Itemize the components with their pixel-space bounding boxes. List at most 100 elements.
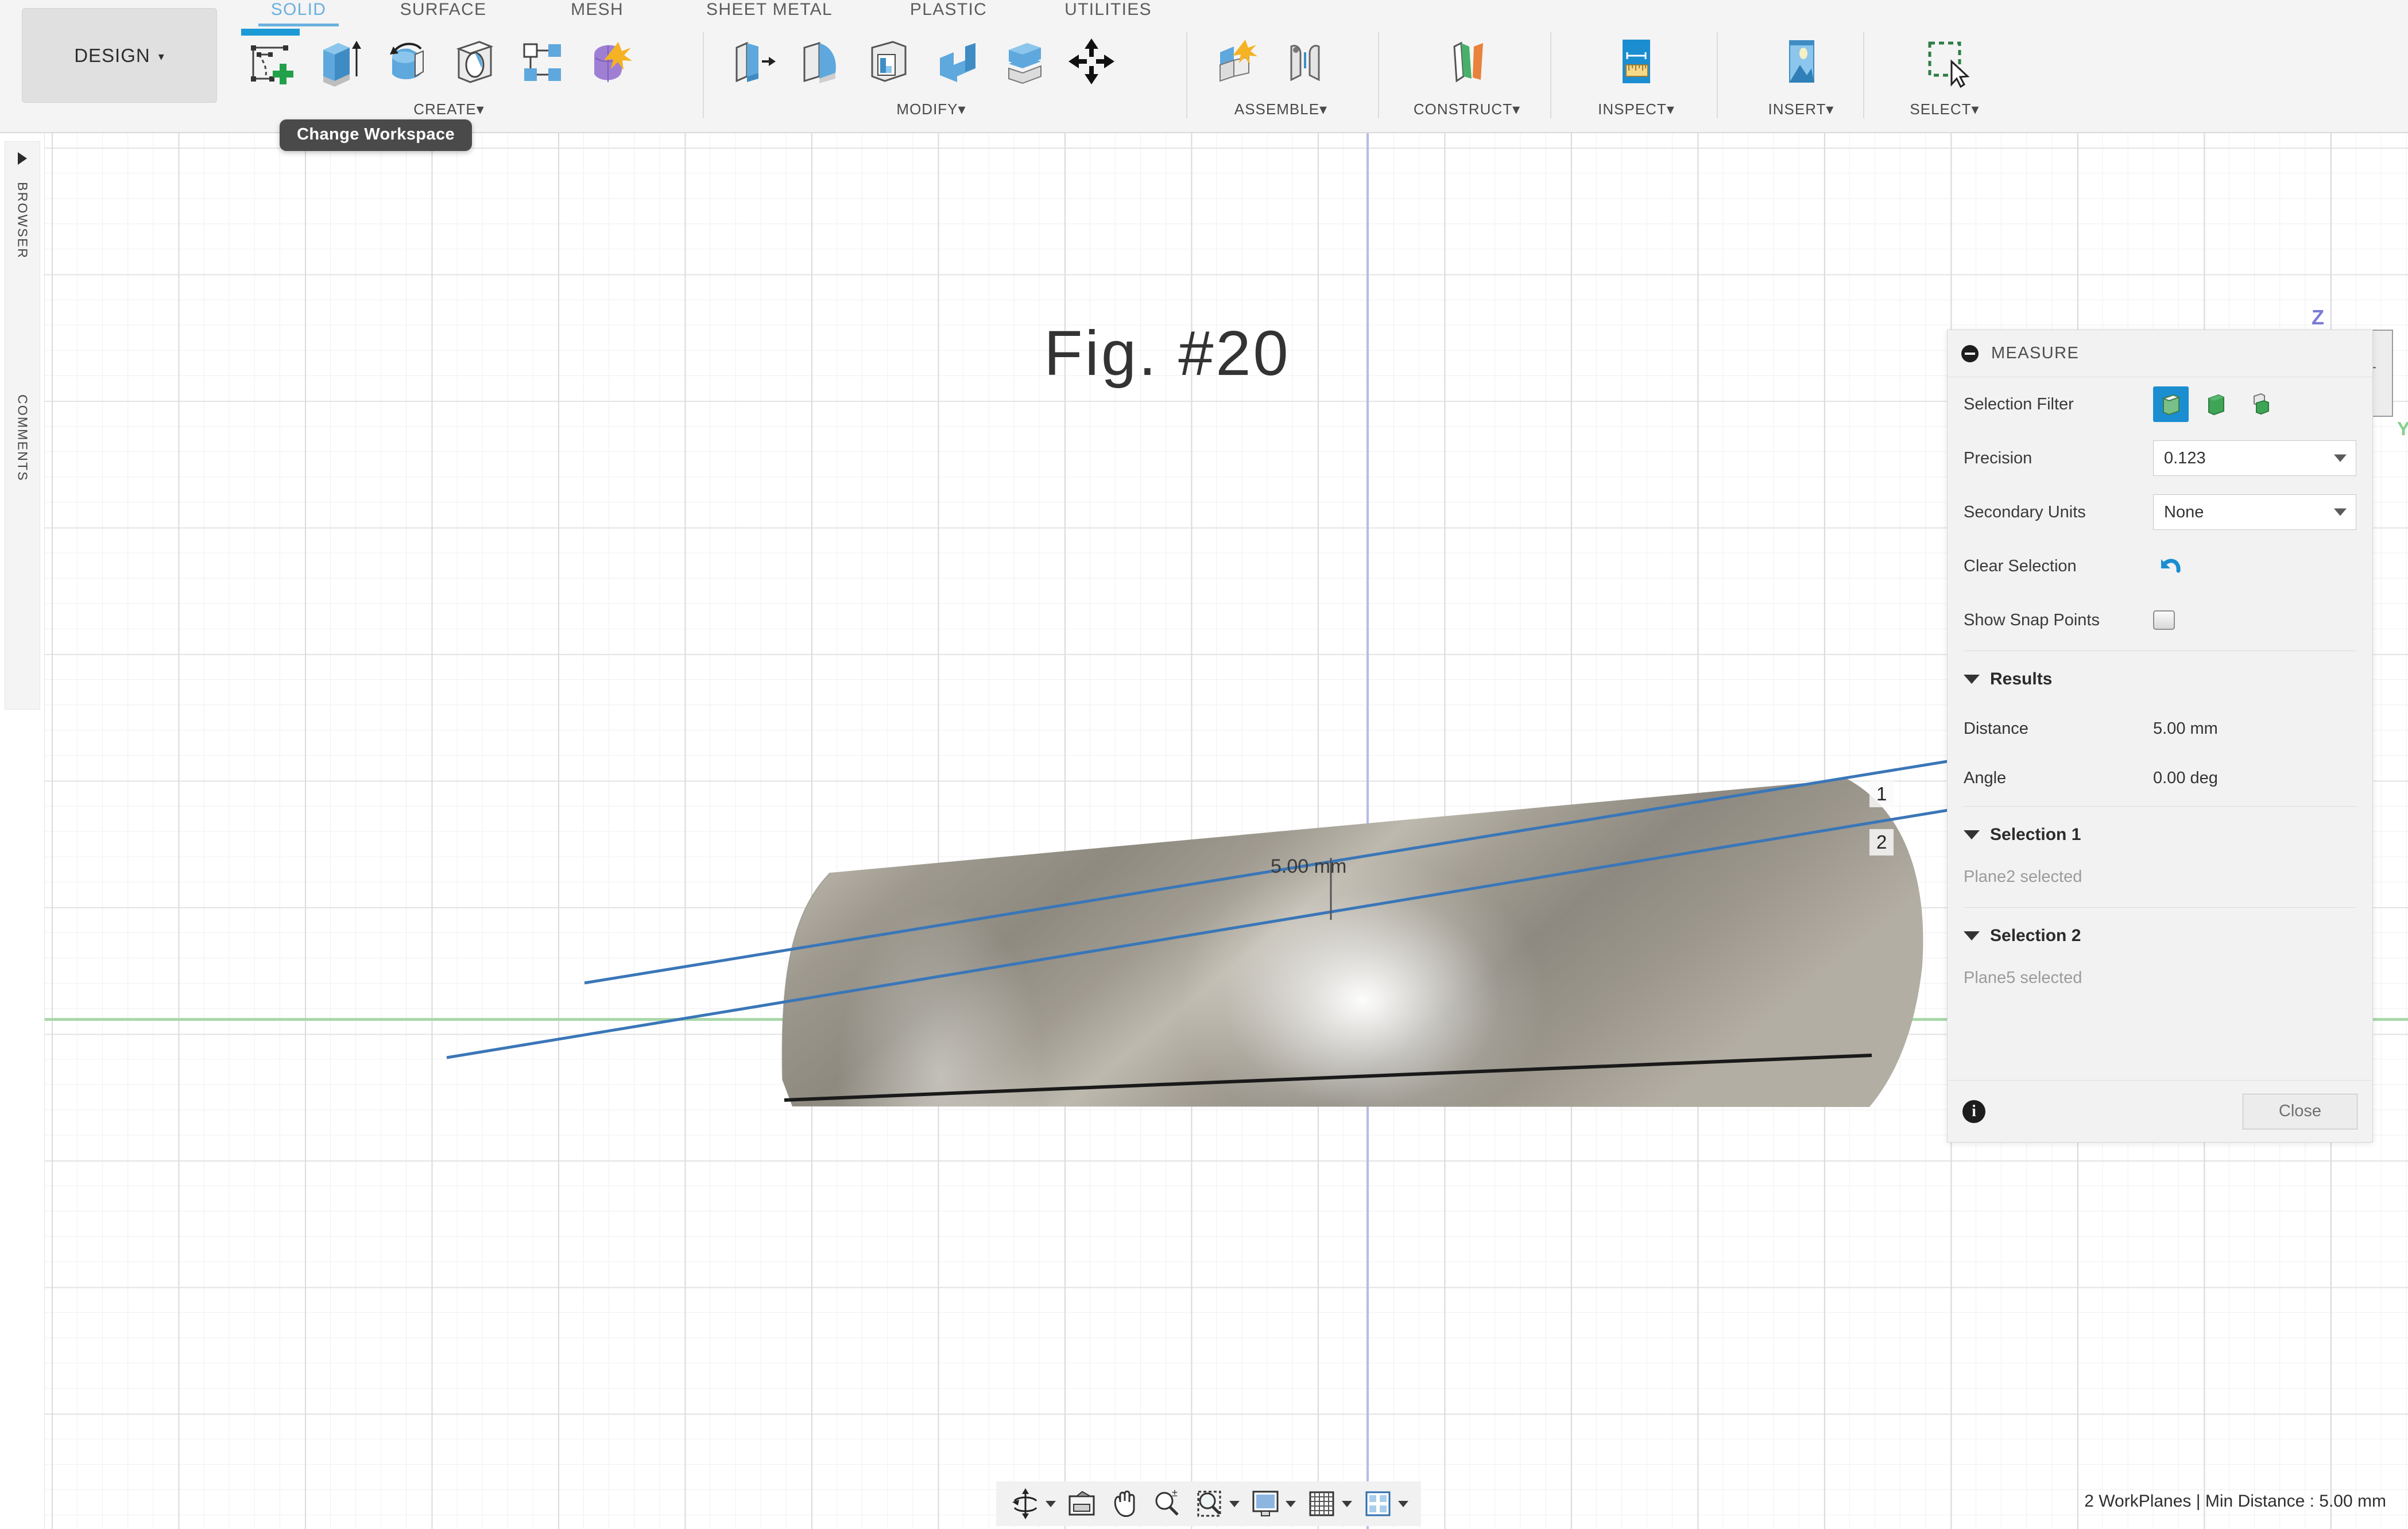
select-faces-icon[interactable] [2153, 386, 2189, 422]
joint-icon[interactable] [1271, 28, 1339, 95]
create-sketch-icon[interactable] [237, 28, 304, 95]
workspace-switcher-button[interactable]: DESIGN ▾ [22, 8, 217, 103]
left-rail: BROWSER COMMENTS [0, 133, 45, 1529]
new-component-icon[interactable] [1203, 28, 1271, 95]
tab-sheet-metal[interactable]: SHEET METAL [689, 0, 850, 24]
browser-expand-arrow-icon[interactable] [18, 152, 27, 165]
measure-dialog[interactable]: MEASURE Selection Filter [1947, 330, 2373, 1143]
figure-title: Fig. #20 [1044, 317, 1290, 390]
revolve-icon[interactable] [372, 28, 440, 95]
ribbon-group-modify: MODIFY▾ [719, 28, 1144, 131]
left-rail-panel: BROWSER COMMENTS [5, 141, 40, 710]
ribbon-group-construct: CONSTRUCT▾ [1395, 28, 1539, 131]
viewcube-axis-y-label: Y [2397, 418, 2408, 440]
angle-label: Angle [1964, 769, 2153, 788]
split-face-icon[interactable] [990, 28, 1058, 95]
chevron-down-icon [1964, 830, 1980, 839]
navigation-bar: ± [996, 1481, 1421, 1526]
precision-label: Precision [1964, 449, 2153, 468]
results-title: Results [1990, 669, 2052, 689]
selection-marker-2: 2 [1869, 829, 1894, 856]
ribbon-group-create: CREATE▾ [237, 28, 661, 131]
ribbon-group-select: SELECT▾ [1879, 28, 2011, 131]
ribbon-divider-6 [1863, 32, 1864, 118]
orbit-icon[interactable] [1005, 1485, 1059, 1522]
measure-dialog-header: MEASURE [1948, 330, 2372, 377]
ribbon-group-modify-label[interactable]: MODIFY▾ [719, 100, 1144, 118]
svg-text:±: ± [1172, 1487, 1178, 1499]
ribbon-group-inspect: INSPECT▾ [1567, 28, 1705, 131]
insert-image-icon[interactable] [1767, 28, 1835, 95]
surface-body[interactable] [782, 779, 1923, 1247]
measure-icon[interactable] [1602, 28, 1670, 95]
secondary-units-row: Secondary Units None [1948, 485, 2372, 539]
selection-2-header[interactable]: Selection 2 [1948, 911, 2372, 961]
grid-snaps-icon[interactable] [1302, 1485, 1356, 1522]
workspace-tooltip: Change Workspace [280, 119, 472, 151]
combine-icon[interactable] [922, 28, 990, 95]
chevron-down-icon [1342, 1501, 1352, 1507]
show-snap-points-checkbox[interactable] [2153, 610, 2175, 630]
ribbon-group-insert-label[interactable]: INSERT▾ [1735, 100, 1867, 118]
tab-plastic[interactable]: PLASTIC [891, 0, 1006, 24]
browser-label[interactable]: BROWSER [15, 182, 30, 259]
ribbon-group-assemble: ASSEMBLE▾ [1203, 28, 1358, 131]
chevron-down-icon [2334, 509, 2347, 516]
show-snap-points-label: Show Snap Points [1964, 611, 2153, 630]
chevron-down-icon [1964, 931, 1980, 940]
secondary-units-select[interactable]: None [2153, 494, 2356, 530]
measure-dialog-title: MEASURE [1991, 344, 2079, 363]
undo-arrow-icon[interactable] [2153, 548, 2189, 584]
ribbon-group-assemble-label[interactable]: ASSEMBLE▾ [1203, 100, 1358, 118]
viewcube-axis-z-label: Z [2312, 305, 2324, 330]
results-section-header[interactable]: Results [1948, 655, 2372, 704]
zoom-icon[interactable]: ± [1147, 1485, 1187, 1522]
offset-plane-icon[interactable] [1433, 28, 1501, 95]
ribbon-divider-3 [1378, 32, 1379, 118]
chevron-down-icon [1964, 675, 1980, 684]
selection-1-header[interactable]: Selection 1 [1948, 810, 2372, 860]
extrude-icon[interactable] [304, 28, 372, 95]
tab-mesh[interactable]: MESH [551, 0, 643, 24]
result-row-distance: Distance 5.00 mm [1948, 704, 2372, 753]
ribbon-divider-4 [1550, 32, 1551, 118]
comments-label[interactable]: COMMENTS [15, 394, 30, 482]
collapse-icon[interactable] [1961, 345, 1979, 362]
workspace-switcher-label: DESIGN [74, 45, 150, 67]
pan-hand-icon[interactable] [1104, 1485, 1144, 1522]
distance-value: 5.00 mm [2153, 719, 2218, 738]
precision-select[interactable]: 0.123 [2153, 440, 2356, 476]
tab-utilities[interactable]: UTILITIES [1045, 0, 1171, 24]
ribbon-group-insert: INSERT▾ [1735, 28, 1867, 131]
hole-icon[interactable] [440, 28, 508, 95]
fillet-icon[interactable] [787, 28, 854, 95]
ribbon-group-construct-label[interactable]: CONSTRUCT▾ [1395, 100, 1539, 118]
select-bodies-icon[interactable] [2198, 386, 2233, 422]
fusion360-window: Fig. #20 5.00 mm 1 2 Z Y X RIGHT BROWSER… [0, 0, 2408, 1529]
select-window-icon[interactable] [1911, 28, 1979, 95]
measure-dialog-footer: i Close [1948, 1080, 2372, 1142]
tab-solid[interactable]: SOLID [253, 0, 344, 24]
secondary-units-label: Secondary Units [1964, 503, 2153, 522]
close-button[interactable]: Close [2243, 1094, 2357, 1129]
move-copy-icon[interactable] [1058, 28, 1125, 95]
form-icon[interactable] [575, 28, 643, 95]
fit-view-icon[interactable] [1062, 1485, 1102, 1522]
viewports-icon[interactable] [1358, 1485, 1412, 1522]
chevron-down-icon [2334, 455, 2347, 462]
display-settings-icon[interactable] [1245, 1485, 1299, 1522]
ribbon-group-inspect-label[interactable]: INSPECT▾ [1567, 100, 1705, 118]
ribbon-group-create-label[interactable]: CREATE▾ [237, 100, 661, 118]
ribbon-group-select-label[interactable]: SELECT▾ [1879, 100, 2011, 118]
chevron-down-icon [1398, 1501, 1408, 1507]
shell-icon[interactable] [854, 28, 922, 95]
pattern-icon[interactable] [508, 28, 575, 95]
tab-surface[interactable]: SURFACE [386, 0, 501, 24]
press-pull-icon[interactable] [719, 28, 787, 95]
selection-marker-1: 1 [1869, 781, 1894, 807]
selection-1-title: Selection 1 [1990, 825, 2081, 845]
chevron-down-icon [1229, 1501, 1240, 1507]
info-icon[interactable]: i [1962, 1100, 1985, 1123]
select-components-icon[interactable] [2243, 386, 2278, 422]
zoom-window-icon[interactable] [1189, 1485, 1243, 1522]
